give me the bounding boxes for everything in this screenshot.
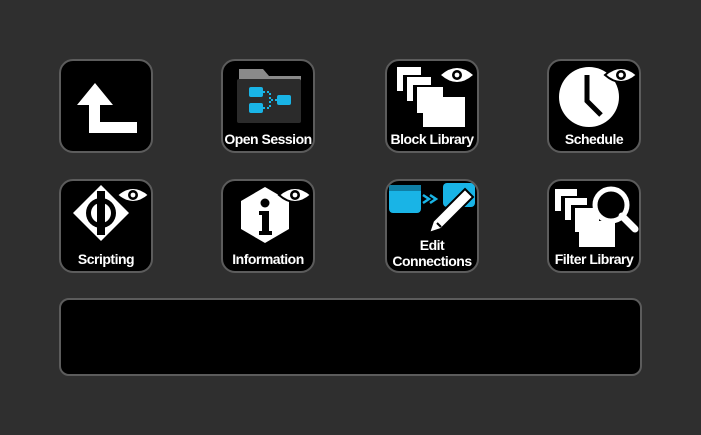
open-session-button[interactable]: Open Session — [221, 59, 315, 153]
scripting-button[interactable]: Scripting — [59, 179, 153, 273]
edit-connections-label-line2: Connections — [392, 253, 472, 269]
back-arrow-icon — [77, 83, 137, 133]
block-library-button[interactable]: Block Library — [385, 59, 479, 153]
block-library-label: Block Library — [390, 131, 474, 147]
information-button[interactable]: Information — [221, 179, 315, 273]
edit-connections-button[interactable]: Edit Connections — [385, 179, 479, 273]
filter-library-label: Filter Library — [554, 251, 634, 267]
filter-library-button[interactable]: Filter Library — [547, 179, 641, 273]
open-session-label: Open Session — [224, 131, 312, 147]
eye-icon — [441, 68, 473, 82]
schedule-button[interactable]: Schedule — [547, 59, 641, 153]
schedule-label: Schedule — [564, 131, 624, 147]
back-button[interactable] — [59, 59, 153, 153]
eye-icon — [115, 187, 151, 203]
edit-connections-label: Edit Connections — [387, 237, 477, 269]
scripting-label: Scripting — [77, 251, 135, 267]
edit-connections-label-line1: Edit — [419, 237, 445, 253]
status-display — [59, 298, 642, 376]
information-label: Information — [232, 251, 304, 267]
